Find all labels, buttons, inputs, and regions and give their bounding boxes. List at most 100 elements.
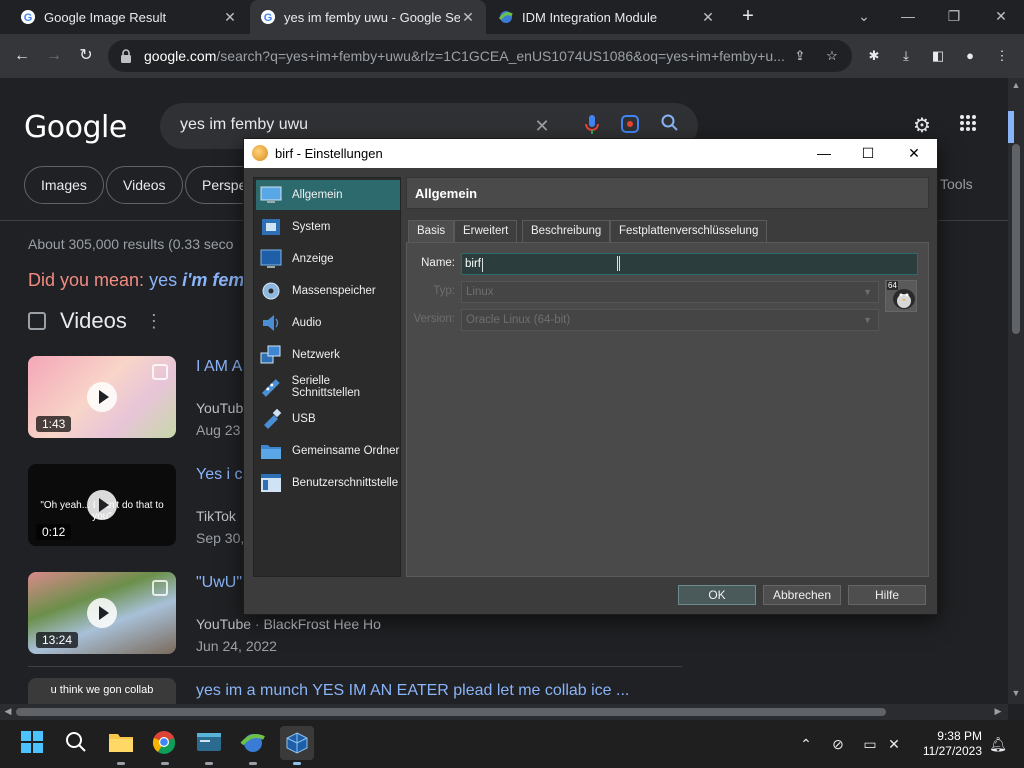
clear-search-icon[interactable]: ✕: [530, 114, 554, 138]
scroll-left-icon[interactable]: ◀: [2, 706, 14, 717]
volume-muted-icon[interactable]: ✕: [884, 734, 904, 754]
show-hidden-icons-chevron-icon[interactable]: ⌃: [796, 734, 816, 754]
restore-icon[interactable]: ❐: [942, 4, 966, 28]
tab-basis[interactable]: Basis: [408, 220, 455, 242]
video-thumbnail[interactable]: "Oh yeah... I can't do that to you" 0:12: [28, 464, 176, 546]
url-text[interactable]: google.com/search?q=yes+im+femby+uwu&rlz…: [144, 48, 784, 64]
voice-search-icon[interactable]: [580, 114, 604, 138]
menu-kebab-icon[interactable]: ⋮: [990, 44, 1014, 68]
start-windows-icon[interactable]: [20, 730, 46, 756]
sidebar-item-gemeinsame-ordner[interactable]: Gemeinsame Ordner: [256, 436, 400, 466]
share-icon[interactable]: ⇪: [788, 44, 812, 68]
chrome-icon[interactable]: [152, 730, 178, 765]
search-icon[interactable]: [658, 114, 682, 138]
notification-bell-icon[interactable]: 🔔︎: [988, 734, 1008, 754]
play-icon[interactable]: [87, 490, 117, 520]
close-window-icon[interactable]: ✕: [989, 4, 1013, 28]
help-button[interactable]: Hilfe: [848, 585, 926, 605]
vertical-scrollbar[interactable]: ▲ ▼: [1008, 78, 1024, 704]
video-thumbnail[interactable]: u think we gon collab: [28, 678, 176, 704]
expand-icon[interactable]: [152, 364, 168, 380]
scroll-down-icon[interactable]: ▼: [1010, 688, 1022, 698]
video-thumbnail[interactable]: 1:43: [28, 356, 176, 438]
type-select[interactable]: Linux ▼: [461, 281, 879, 303]
dialog-maximize-icon[interactable]: ☐: [854, 142, 882, 164]
sidebar-item-allgemein[interactable]: Allgemein: [256, 180, 400, 210]
video-title-link[interactable]: Yes i c: [196, 466, 243, 484]
reload-icon[interactable]: ↻: [74, 44, 98, 68]
settings-gear-icon[interactable]: ⚙: [910, 114, 934, 138]
tools-button[interactable]: Tools: [940, 176, 973, 192]
forward-icon[interactable]: →: [42, 44, 66, 68]
play-icon[interactable]: [87, 598, 117, 628]
tab-google-search[interactable]: G yes im femby uwu - Google Sea ✕: [250, 0, 486, 34]
minimize-icon[interactable]: —: [896, 4, 920, 28]
new-tab-icon[interactable]: +: [738, 6, 758, 26]
dialog-minimize-icon[interactable]: —: [810, 142, 838, 164]
close-tab-icon[interactable]: ✕: [222, 9, 238, 25]
taskbar-search-icon[interactable]: [64, 730, 90, 756]
sidebar-item-anzeige[interactable]: Anzeige: [256, 244, 400, 274]
video-title-link[interactable]: I AM A: [196, 358, 242, 376]
download-icon[interactable]: ⤓: [894, 44, 918, 68]
back-icon[interactable]: ←: [10, 44, 34, 68]
display-icon[interactable]: ▭: [860, 734, 880, 754]
search-input[interactable]: yes im femby uwu: [180, 116, 308, 134]
network-disconnected-icon[interactable]: ⊘: [828, 734, 848, 754]
sidebar-item-netzwerk[interactable]: Netzwerk: [256, 340, 400, 370]
tab-search-chevron-icon[interactable]: ⌄: [852, 4, 876, 28]
virtualbox-app-icon[interactable]: [280, 726, 314, 765]
suggestion-link[interactable]: yes: [149, 270, 177, 290]
version-select[interactable]: Oracle Linux (64-bit) ▼: [461, 309, 879, 331]
scroll-up-icon[interactable]: ▲: [1010, 80, 1022, 90]
expand-icon[interactable]: [152, 580, 168, 596]
video-thumbnail[interactable]: 13:24: [28, 572, 176, 654]
video-title-link[interactable]: yes im a munch YES IM AN EATER plead let…: [196, 682, 629, 700]
version-value: Oracle Linux (64-bit): [466, 314, 571, 326]
suggestion-link-emphasis[interactable]: i'm femi: [182, 270, 249, 290]
scrollbar-thumb[interactable]: [16, 708, 886, 716]
sidebar-item-massenspeicher[interactable]: Massenspeicher: [256, 276, 400, 306]
filter-chip-images[interactable]: Images: [24, 166, 104, 204]
sidebar-item-audio[interactable]: Audio: [256, 308, 400, 338]
name-field[interactable]: birf: [461, 253, 918, 275]
bookmark-star-icon[interactable]: ☆: [820, 44, 844, 68]
tab-idm-integration[interactable]: IDM Integration Module ✕: [488, 0, 726, 34]
play-icon[interactable]: [87, 382, 117, 412]
video-result[interactable]: u think we gon collab yes im a munch YES…: [28, 678, 688, 704]
file-explorer-icon[interactable]: [108, 730, 134, 765]
google-logo[interactable]: Google: [24, 110, 127, 145]
terminal-app-icon[interactable]: [196, 730, 222, 765]
system-clock[interactable]: 9:38 PM 11/27/2023: [918, 729, 982, 759]
sidebar-item-seriell[interactable]: Serielle Schnittstellen: [256, 372, 400, 402]
address-bar[interactable]: google.com/search?q=yes+im+femby+uwu&rlz…: [108, 40, 852, 72]
close-tab-icon[interactable]: ✕: [700, 9, 716, 25]
sidebar-item-usb[interactable]: USB: [256, 404, 400, 434]
sidebar-item-benutzerschnittstelle[interactable]: Benutzerschnittstelle: [256, 468, 400, 498]
filter-chip-videos[interactable]: Videos: [106, 166, 183, 204]
apps-grid-icon[interactable]: [956, 114, 980, 138]
vbox-settings-dialog: birf - Einstellungen — ☐ ✕ Allgemein Sys…: [243, 138, 938, 615]
horizontal-scrollbar[interactable]: ◀ ▶: [0, 704, 1008, 720]
ok-button[interactable]: OK: [678, 585, 756, 605]
lens-search-icon[interactable]: [618, 114, 642, 138]
dialog-titlebar[interactable]: birf - Einstellungen — ☐ ✕: [244, 139, 937, 168]
sidebar-item-system[interactable]: System: [256, 212, 400, 242]
scrollbar-thumb[interactable]: [1012, 144, 1020, 334]
lock-icon[interactable]: [120, 49, 134, 63]
scroll-right-icon[interactable]: ▶: [992, 706, 1004, 717]
video-title-link[interactable]: "UwU": [196, 574, 242, 592]
dialog-close-icon[interactable]: ✕: [900, 142, 928, 164]
idm-app-icon[interactable]: [240, 730, 266, 765]
tab-google-image-result[interactable]: G Google Image Result ✕: [10, 0, 248, 34]
profile-avatar-icon[interactable]: ●: [958, 44, 982, 68]
extensions-puzzle-icon[interactable]: ✱: [862, 44, 886, 68]
tab-festplattenverschluesselung[interactable]: Festplattenverschlüsselung: [610, 220, 768, 242]
more-options-icon[interactable]: ⋮: [145, 311, 163, 332]
side-panel-icon[interactable]: ◧: [926, 44, 950, 68]
tab-erweitert[interactable]: Erweitert: [454, 220, 518, 242]
cancel-button[interactable]: Abbrechen: [763, 585, 841, 605]
result-stats: About 305,000 results (0.33 seco: [28, 236, 234, 252]
tab-beschreibung[interactable]: Beschreibung: [522, 220, 611, 242]
close-tab-icon[interactable]: ✕: [460, 9, 476, 25]
